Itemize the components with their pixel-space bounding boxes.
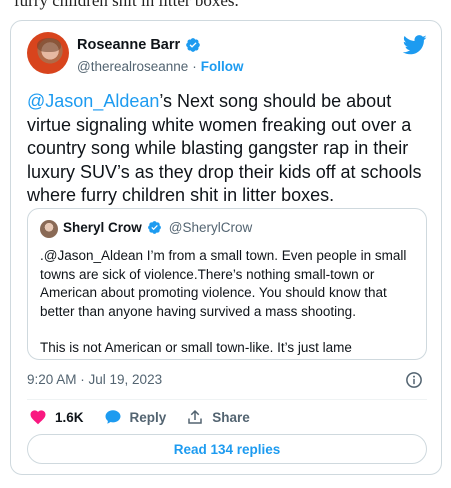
separator-dot: ·: [192, 59, 197, 74]
share-arrow-icon: [188, 409, 203, 424]
verified-badge-icon: [147, 221, 161, 234]
speech-bubble-icon: [105, 410, 121, 424]
reply-label: Reply: [129, 409, 167, 425]
quoted-display-name[interactable]: Sheryl Crow: [63, 220, 142, 235]
quoted-author-row: Sheryl Crow @SherylCrow: [63, 220, 252, 235]
quoted-text: .@Jason_Aldean I’m from a small town. Ev…: [40, 247, 420, 358]
like-count: 1.6K: [55, 409, 84, 425]
verified-badge-icon: [186, 38, 200, 52]
follow-button[interactable]: Follow: [201, 59, 244, 74]
mention-link[interactable]: @Jason_Aldean: [27, 91, 159, 111]
quoted-tweet[interactable]: Sheryl Crow @SherylCrow .@Jason_Aldean I…: [27, 208, 427, 360]
like-button[interactable]: 1.6K: [29, 408, 84, 426]
author-handle-row: @therealroseanne · Follow: [77, 59, 244, 74]
heart-icon: [30, 410, 46, 425]
share-button[interactable]: Share: [186, 408, 250, 426]
quoted-handle[interactable]: @SherylCrow: [169, 220, 252, 235]
tweet-text: @Jason_Aldean’s Next song should be abou…: [27, 90, 432, 208]
tweet-actions: 1.6K Reply Share: [29, 407, 270, 427]
embedded-tweet-card[interactable]: Roseanne Barr @therealroseanne · Follow …: [10, 20, 442, 475]
share-label: Share: [212, 409, 250, 425]
author-handle[interactable]: @therealroseanne: [77, 59, 188, 74]
quoted-paragraph-2: This is not American or small town-like.…: [40, 340, 352, 355]
page-top-text: furry children shit in litter boxes.: [14, 0, 239, 10]
tweet-timestamp[interactable]: 9:20 AM · Jul 19, 2023: [27, 372, 162, 387]
author-display-name[interactable]: Roseanne Barr: [77, 37, 180, 53]
reply-button[interactable]: Reply: [104, 408, 167, 426]
avatar[interactable]: [27, 32, 69, 74]
quoted-avatar[interactable]: [40, 220, 58, 238]
author-name-row: Roseanne Barr: [77, 37, 201, 53]
quoted-paragraph-1: .@Jason_Aldean I’m from a small town. Ev…: [40, 248, 407, 319]
info-icon[interactable]: [405, 371, 423, 389]
twitter-bird-icon[interactable]: [403, 35, 427, 55]
divider: [27, 399, 427, 400]
read-replies-button[interactable]: Read 134 replies: [27, 434, 427, 464]
